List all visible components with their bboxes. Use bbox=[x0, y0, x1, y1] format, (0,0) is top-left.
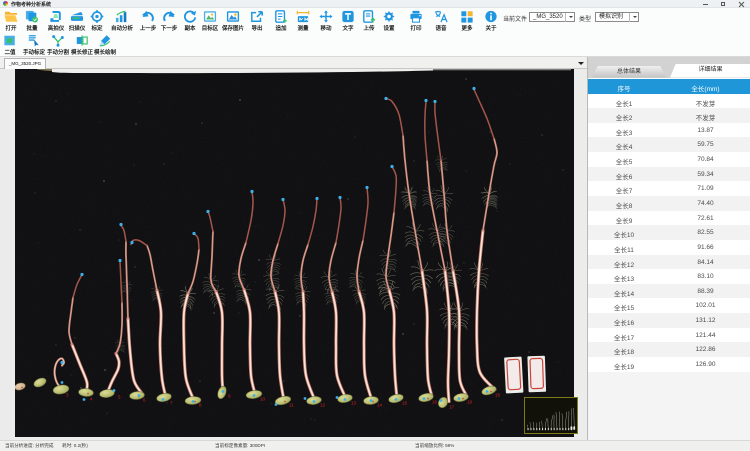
svg-text:17: 17 bbox=[449, 404, 455, 409]
svg-text:13: 13 bbox=[351, 400, 357, 405]
svg-text:12: 12 bbox=[320, 402, 326, 407]
svg-text:18: 18 bbox=[467, 399, 473, 404]
svg-text:14: 14 bbox=[377, 402, 383, 407]
svg-text:11: 11 bbox=[289, 402, 294, 407]
svg-text:15: 15 bbox=[402, 400, 408, 405]
svg-text:16: 16 bbox=[432, 399, 438, 404]
svg-text:19: 19 bbox=[495, 392, 501, 397]
svg-text:10: 10 bbox=[260, 396, 266, 401]
